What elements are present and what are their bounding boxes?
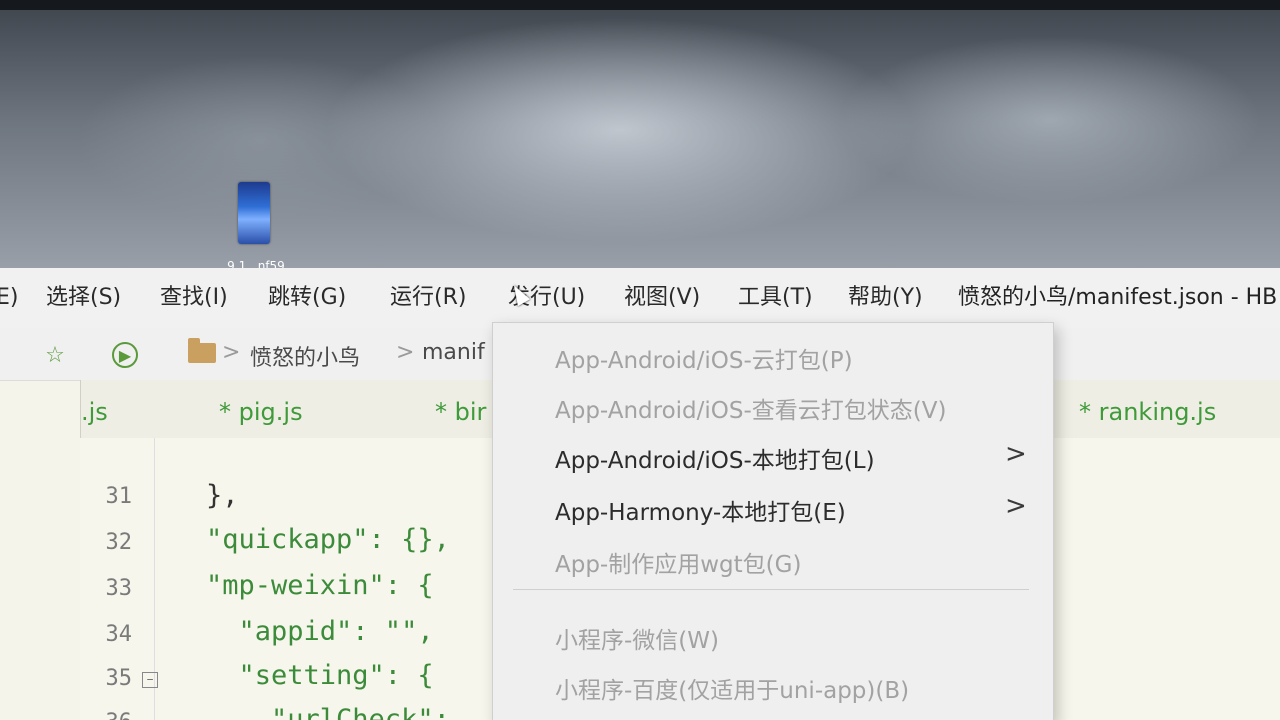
menu-item-label: App-Harmony-本地打包(E) — [555, 500, 846, 526]
desktop-wallpaper: 9.1...nf59 — [0, 0, 1280, 275]
menu-item-label: App-Android/iOS-本地打包(L) — [555, 448, 875, 474]
publish-dropdown-menu: App-Android/iOS-云打包(P) App-Android/iOS-查… — [492, 322, 1054, 720]
menu-help[interactable]: 帮助(Y) — [848, 282, 923, 314]
menu-item-label: App-Android/iOS-查看云打包状态(V) — [555, 398, 947, 424]
menu-item-label: App-制作应用wgt包(G) — [555, 552, 802, 578]
menu-find[interactable]: 查找(I) — [160, 282, 228, 314]
desktop-top-edge — [0, 0, 1280, 10]
menu-item-harmony-local-pack[interactable]: App-Harmony-本地打包(E) > — [493, 487, 1053, 531]
menu-item-label: App-Android/iOS-云打包(P) — [555, 348, 853, 374]
line-number: 33 — [105, 576, 133, 601]
menu-item-app-local-pack[interactable]: App-Android/iOS-本地打包(L) > — [493, 435, 1053, 479]
tab-js[interactable]: .js — [81, 398, 108, 426]
menu-select[interactable]: 选择(S) — [46, 282, 121, 314]
screen: 9.1...nf59 E) 选择(S) 查找(I) 跳转(G) 运行(R) 发行… — [0, 0, 1280, 720]
menu-goto[interactable]: 跳转(G) — [268, 282, 346, 314]
menu-view[interactable]: 视图(V) — [624, 282, 700, 314]
line-number: 31 — [105, 484, 133, 509]
star-icon[interactable]: ☆ — [42, 342, 68, 368]
tab-pig-js[interactable]: * pig.js — [219, 398, 303, 426]
menu-item-mp-weixin[interactable]: 小程序-微信(W) — [493, 615, 1053, 659]
tab-ranking-js[interactable]: * ranking.js — [1079, 398, 1216, 426]
menu-item-label: 小程序-微信(W) — [555, 628, 719, 654]
tab-bird-js[interactable]: * bir — [435, 398, 486, 426]
code-line: }, — [206, 480, 239, 511]
menu-item-app-wgt[interactable]: App-制作应用wgt包(G) — [493, 539, 1053, 583]
code-line: "mp-weixin": { — [206, 570, 434, 601]
fold-toggle-icon[interactable]: − — [142, 672, 158, 688]
menu-tools[interactable]: 工具(T) — [738, 282, 813, 314]
window-title: 愤怒的小鸟/manifest.json - HB — [958, 285, 1278, 310]
desktop-app-icon[interactable] — [238, 182, 270, 244]
code-line: "appid": "", — [206, 616, 434, 647]
code-line: "setting": { — [206, 660, 434, 691]
menu-item-mp-baidu[interactable]: 小程序-百度(仅适用于uni-app)(B) — [493, 665, 1053, 709]
run-icon[interactable]: ▶ — [112, 342, 138, 368]
menu-item-app-cloud-pack[interactable]: App-Android/iOS-云打包(P) — [493, 335, 1053, 379]
menu-item-label: 小程序-百度(仅适用于uni-app)(B) — [555, 678, 910, 704]
menu-bar: E) 选择(S) 查找(I) 跳转(G) 运行(R) 发行(U) 视图(V) 工… — [0, 268, 1280, 329]
menu-separator — [513, 589, 1029, 590]
menu-edit[interactable]: E) — [0, 282, 18, 314]
menu-run[interactable]: 运行(R) — [390, 282, 466, 314]
breadcrumb-file[interactable]: manif — [422, 340, 485, 365]
chevron-right-icon: > — [1005, 439, 1027, 469]
breadcrumb-separator: > — [396, 340, 415, 365]
menu-item-app-cloud-status[interactable]: App-Android/iOS-查看云打包状态(V) — [493, 385, 1053, 429]
line-number: 35 — [105, 666, 133, 691]
chevron-right-icon: > — [1005, 491, 1027, 521]
code-line: "urlCheck": — [206, 704, 450, 720]
line-number: 32 — [105, 530, 133, 555]
line-number: 36 — [80, 710, 133, 720]
folder-icon — [188, 338, 216, 363]
line-number: 34 — [105, 622, 133, 647]
code-line: "quickapp": {}, — [206, 524, 450, 555]
breadcrumb-separator: > — [222, 340, 241, 365]
breadcrumb-project[interactable]: 愤怒的小鸟 — [250, 340, 360, 372]
